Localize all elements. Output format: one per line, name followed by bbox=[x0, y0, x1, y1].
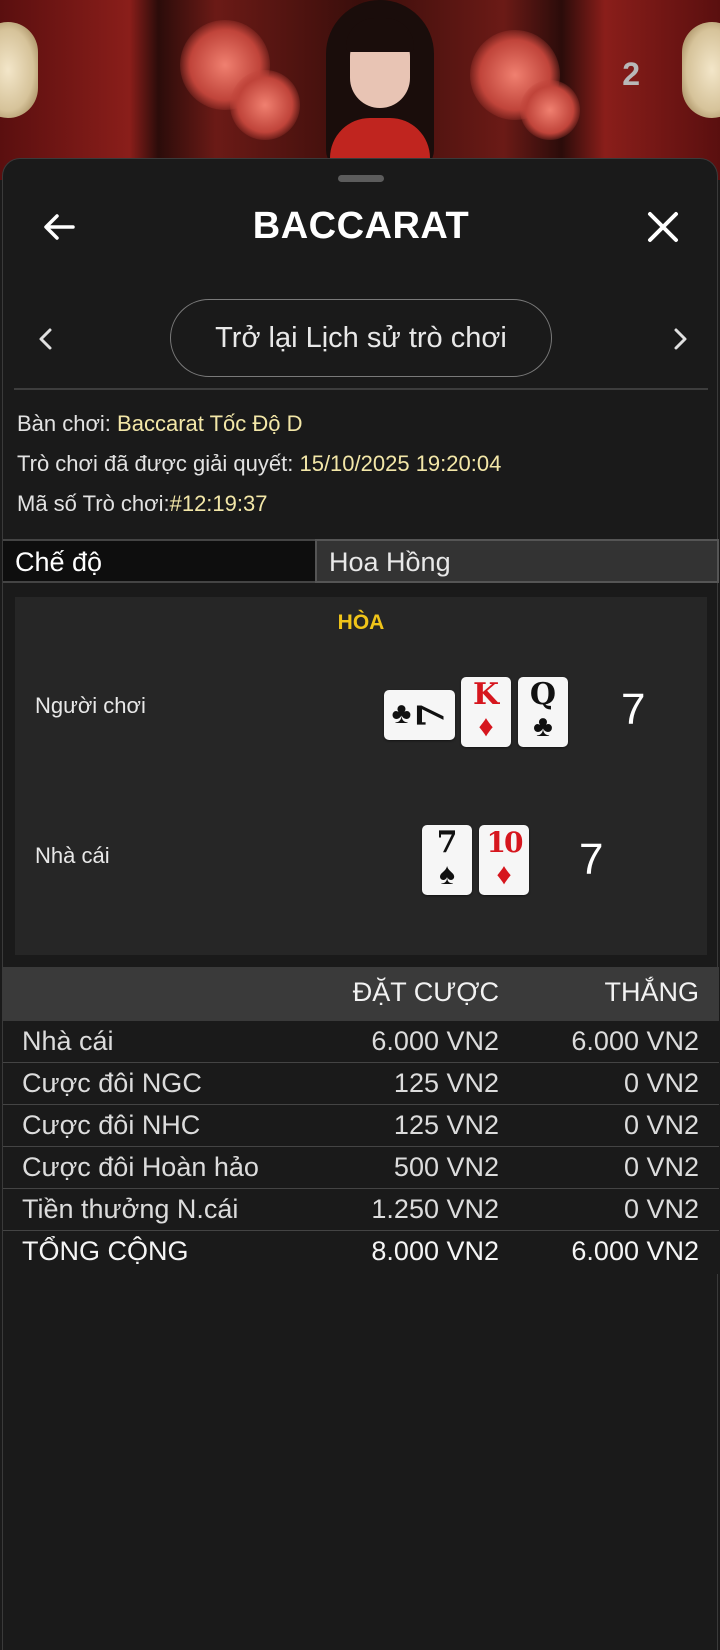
back-to-history-button[interactable]: Trở lại Lịch sử trò chơi bbox=[170, 299, 552, 377]
close-button[interactable] bbox=[643, 207, 683, 247]
player-card-3: Q ♣ bbox=[518, 677, 568, 747]
table-row: Nhà cái 6.000 VN2 6.000 VN2 bbox=[3, 1021, 719, 1064]
mode-label: Chế độ bbox=[3, 539, 315, 583]
club-icon: ♣ bbox=[391, 697, 412, 730]
settled-info: Trò chơi đã được giải quyết: 15/10/2025 … bbox=[17, 451, 501, 477]
diamond-icon: ♦ bbox=[478, 710, 494, 743]
drag-handle[interactable] bbox=[338, 175, 384, 182]
previous-round-button[interactable] bbox=[31, 319, 61, 359]
banker-card-1: 7 ♠ bbox=[422, 825, 472, 895]
card-rank: 10 bbox=[486, 826, 524, 859]
bet-amount: 125 VN2 bbox=[393, 1068, 499, 1098]
lantern-right bbox=[682, 22, 720, 118]
game-id-label: Mã số Trò chơi: bbox=[17, 491, 170, 516]
table-label: Bàn chơi: bbox=[17, 411, 111, 436]
round-result: HÒA Người chơi 7 ♣ K ♦ Q ♣ 7 Nhà cái 7 ♠… bbox=[15, 597, 707, 955]
total-label: TỔNG CỘNG bbox=[22, 1236, 189, 1266]
table-row: Cược đôi Hoàn hảo 500 VN2 0 VN2 bbox=[3, 1147, 719, 1190]
panel-header: BACCARAT bbox=[3, 189, 719, 269]
bet-amount: 125 VN2 bbox=[393, 1110, 499, 1140]
live-video-background: 2 bbox=[0, 0, 720, 180]
bet-name: Cược đôi NGC bbox=[22, 1068, 202, 1098]
bet-amount: 6.000 VN2 bbox=[371, 1026, 499, 1056]
total-bet-amount: 8.000 VN2 bbox=[371, 1236, 499, 1266]
banker-card-2: 10 ♦ bbox=[479, 825, 529, 895]
win-column-header: THẮNG bbox=[604, 977, 700, 1007]
game-id-info: Mã số Trò chơi:#12:19:37 bbox=[17, 491, 267, 517]
settled-value: 15/10/2025 19:20:04 bbox=[299, 451, 502, 476]
win-amount: 0 VN2 bbox=[623, 1110, 699, 1140]
banker-label: Nhà cái bbox=[35, 843, 110, 868]
player-score: 7 bbox=[621, 685, 646, 734]
dealer-presenter bbox=[320, 0, 440, 180]
round-navigation: Trở lại Lịch sử trò chơi bbox=[3, 299, 719, 379]
card-rank: 7 bbox=[436, 825, 458, 860]
club-icon: ♣ bbox=[533, 710, 553, 743]
table-row: Tiền thưởng N.cái 1.250 VN2 0 VN2 bbox=[3, 1189, 719, 1232]
blossom-decor bbox=[520, 80, 580, 140]
win-amount: 0 VN2 bbox=[623, 1068, 699, 1098]
win-amount: 0 VN2 bbox=[623, 1194, 699, 1224]
player-label: Người chơi bbox=[35, 693, 146, 718]
spade-icon: ♠ bbox=[439, 858, 455, 891]
settled-label: Trò chơi đã được giải quyết: bbox=[17, 451, 294, 476]
win-amount: 0 VN2 bbox=[623, 1152, 699, 1182]
video-counter: 2 bbox=[622, 56, 640, 92]
diamond-icon: ♦ bbox=[496, 858, 512, 891]
bet-name: Cược đôi Hoàn hảo bbox=[22, 1152, 259, 1182]
bet-name: Tiền thưởng N.cái bbox=[22, 1194, 239, 1224]
table-info: Bàn chơi: Baccarat Tốc Độ D bbox=[17, 411, 303, 437]
player-card-1: 7 ♣ bbox=[384, 690, 455, 740]
table-value: Baccarat Tốc Độ D bbox=[117, 411, 303, 436]
close-icon bbox=[648, 212, 678, 242]
bet-amount: 1.250 VN2 bbox=[371, 1194, 499, 1224]
card-rank: Q bbox=[529, 677, 557, 712]
bets-table-header: ĐẶT CƯỢC THẮNG bbox=[3, 967, 719, 1021]
game-id-value: #12:19:37 bbox=[169, 491, 268, 516]
lantern-left bbox=[0, 22, 38, 118]
bet-name: Nhà cái bbox=[22, 1026, 114, 1056]
table-row: Cược đôi NHC 125 VN2 0 VN2 bbox=[3, 1105, 719, 1148]
mode-row: Chế độ Hoa Hồng bbox=[3, 539, 719, 583]
game-history-panel: BACCARAT Trở lại Lịch sử trò chơi Bàn ch… bbox=[2, 158, 719, 1650]
card-rank: K bbox=[472, 677, 500, 712]
win-amount: 6.000 VN2 bbox=[571, 1026, 699, 1056]
outcome-label: HÒA bbox=[337, 611, 385, 634]
table-row: Cược đôi NGC 125 VN2 0 VN2 bbox=[3, 1063, 719, 1106]
blossom-decor bbox=[230, 70, 300, 140]
bet-amount: 500 VN2 bbox=[393, 1152, 499, 1182]
total-row: TỔNG CỘNG 8.000 VN2 6.000 VN2 bbox=[3, 1231, 719, 1274]
mode-value: Hoa Hồng bbox=[315, 539, 719, 583]
total-win-amount: 6.000 VN2 bbox=[571, 1236, 699, 1266]
next-round-button[interactable] bbox=[665, 319, 695, 359]
player-card-2: K ♦ bbox=[461, 677, 511, 747]
page-title: BACCARAT bbox=[252, 205, 470, 247]
chevron-right-icon bbox=[674, 328, 687, 350]
bet-name: Cược đôi NHC bbox=[22, 1110, 201, 1140]
divider bbox=[14, 388, 708, 390]
chevron-left-icon bbox=[39, 328, 52, 350]
banker-score: 7 bbox=[579, 835, 604, 884]
bet-column-header: ĐẶT CƯỢC bbox=[352, 977, 499, 1007]
